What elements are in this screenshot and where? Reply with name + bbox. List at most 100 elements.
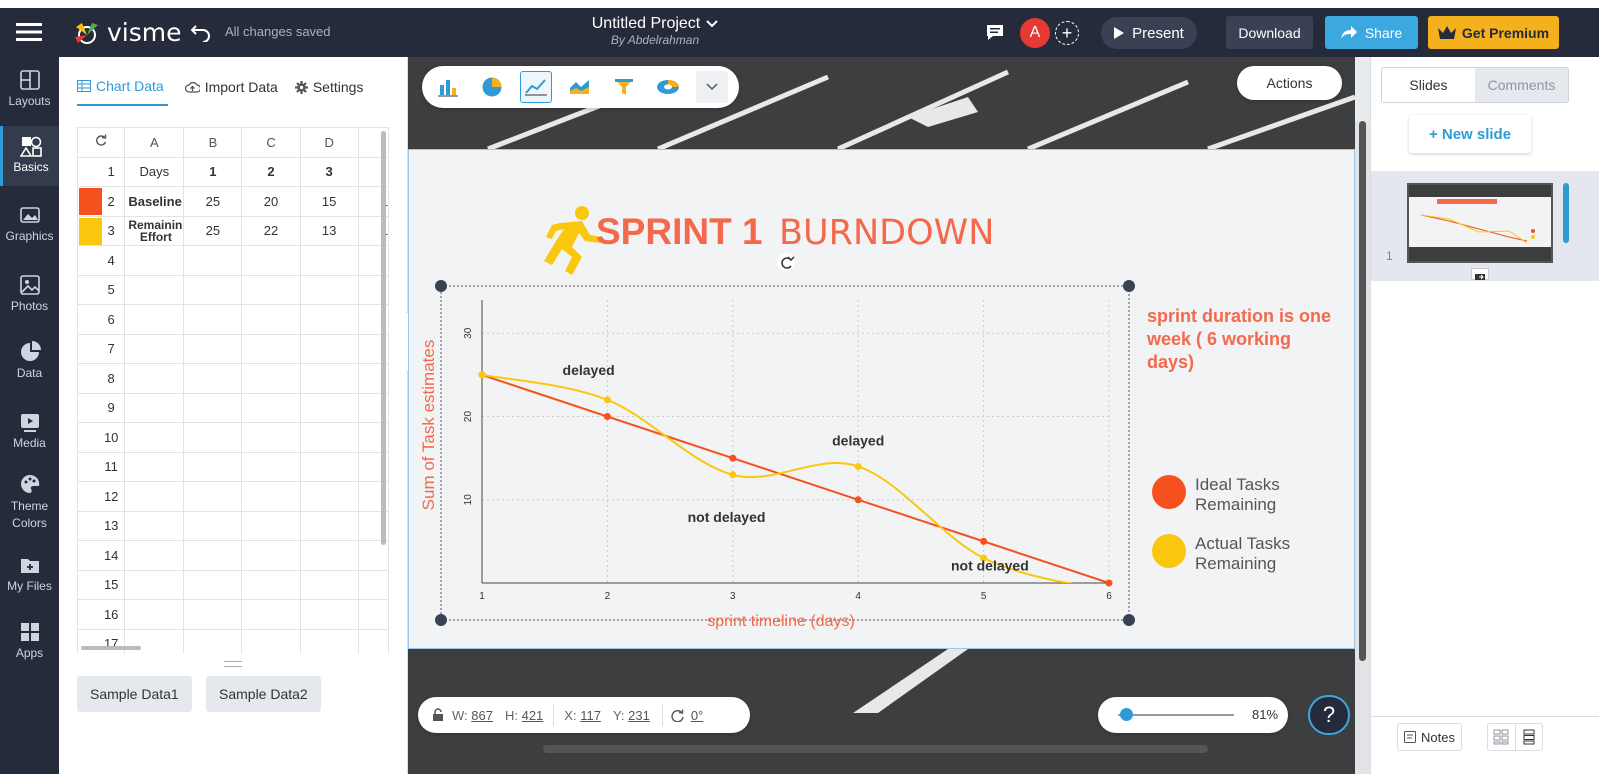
x-value[interactable]: 117 [580, 708, 601, 723]
canvas-vertical-scrollbar[interactable] [1359, 121, 1366, 661]
resize-handle-bl[interactable] [435, 614, 447, 626]
sample-data2-button[interactable]: Sample Data2 [206, 676, 321, 712]
data-cell[interactable] [124, 540, 185, 571]
area-chart-icon[interactable] [564, 71, 596, 103]
data-cell[interactable] [183, 245, 243, 276]
resize-handle[interactable] [224, 661, 242, 667]
rotate-handle-icon[interactable] [777, 253, 795, 271]
funnel-chart-icon[interactable] [608, 71, 640, 103]
data-cell[interactable] [124, 245, 185, 276]
resize-handle-tl[interactable] [435, 280, 447, 292]
data-cell[interactable]: Remaining Effort [124, 215, 185, 246]
sample-data1-button[interactable]: Sample Data1 [77, 676, 192, 712]
width-value[interactable]: 867 [471, 708, 493, 723]
data-cell[interactable] [241, 599, 301, 630]
height-value[interactable]: 421 [522, 708, 544, 723]
data-cell[interactable] [299, 304, 359, 335]
data-cell[interactable]: 25 [183, 186, 243, 217]
data-cell[interactable] [124, 422, 185, 453]
data-cell[interactable] [183, 304, 243, 335]
data-cell[interactable] [183, 363, 243, 394]
y-value[interactable]: 231 [628, 708, 650, 723]
nav-theme-colors[interactable]: Theme Colors [0, 473, 59, 532]
data-cell[interactable] [124, 599, 185, 630]
nav-basics[interactable]: Basics [0, 126, 59, 186]
help-button[interactable]: ? [1308, 695, 1350, 735]
get-premium-button[interactable]: Get Premium [1428, 16, 1559, 49]
comments-icon[interactable] [986, 24, 1004, 41]
lock-icon[interactable] [432, 708, 444, 722]
pie-chart-icon[interactable] [476, 71, 508, 103]
nav-my-files[interactable]: My Files [0, 554, 59, 593]
data-cell[interactable] [183, 510, 243, 541]
data-cell[interactable] [299, 628, 359, 654]
notes-button[interactable]: Notes [1397, 723, 1462, 751]
data-cell[interactable]: 13 [299, 215, 359, 246]
data-cell[interactable] [299, 245, 359, 276]
more-charts-button[interactable] [696, 71, 728, 103]
undo-icon[interactable] [190, 22, 212, 42]
data-cell[interactable] [241, 540, 301, 571]
data-cell[interactable] [241, 333, 301, 364]
data-cell[interactable] [241, 304, 301, 335]
data-cell[interactable]: 1 [183, 156, 243, 187]
data-cell[interactable] [183, 422, 243, 453]
chart-legend[interactable]: Ideal Tasks Remaining Actual Tasks Remainin… [1152, 475, 1290, 573]
data-cell[interactable] [241, 451, 301, 482]
data-cell[interactable] [124, 333, 185, 364]
data-cell[interactable] [241, 510, 301, 541]
tab-import-data[interactable]: Import Data [184, 75, 278, 106]
data-cell[interactable]: Baseline [124, 186, 185, 217]
resize-handle-br[interactable] [1123, 614, 1135, 626]
actions-button[interactable]: Actions [1237, 66, 1342, 100]
project-title-dropdown[interactable]: Untitled Project By Abdelrahman [560, 15, 750, 47]
avatar[interactable]: A [1020, 18, 1050, 48]
data-cell[interactable] [124, 481, 185, 512]
data-cell[interactable] [124, 274, 185, 305]
line-chart[interactable]: 1 2 3 4 5 6 10 20 30 sprint timeline (days) Sum of… [419, 300, 1113, 630]
grid-view-icon[interactable] [1488, 724, 1515, 750]
horizontal-scrollbar[interactable] [81, 646, 141, 650]
data-cell[interactable] [241, 628, 301, 654]
data-cell[interactable] [357, 599, 389, 630]
tab-settings[interactable]: Settings [294, 75, 363, 106]
bar-chart-icon[interactable] [432, 71, 464, 103]
line-chart-icon[interactable] [520, 71, 552, 103]
data-cell[interactable] [241, 569, 301, 600]
data-cell[interactable] [183, 333, 243, 364]
visme-logo[interactable]: visme [72, 18, 182, 47]
data-cell[interactable] [299, 599, 359, 630]
tab-comments[interactable]: Comments [1475, 68, 1568, 102]
column-header[interactable]: A [124, 127, 185, 158]
data-cell[interactable] [241, 274, 301, 305]
new-slide-button[interactable]: + New slide [1409, 115, 1531, 153]
series-color-swatch[interactable] [79, 188, 102, 215]
data-cell[interactable] [124, 451, 185, 482]
data-cell[interactable] [241, 422, 301, 453]
data-cell[interactable]: 15 [299, 186, 359, 217]
slide-title-light[interactable]: BURNDOWN [779, 213, 994, 253]
rotation-value[interactable]: 0° [691, 708, 703, 723]
data-cell[interactable] [299, 333, 359, 364]
data-cell[interactable] [357, 569, 389, 600]
nav-graphics[interactable]: Graphics [0, 204, 59, 243]
data-cell[interactable] [183, 628, 243, 654]
data-cell[interactable] [183, 392, 243, 423]
data-cell[interactable] [183, 481, 243, 512]
share-button[interactable]: Share [1325, 16, 1418, 49]
download-button[interactable]: Download [1226, 16, 1313, 49]
data-cell[interactable] [299, 363, 359, 394]
data-cell[interactable] [299, 274, 359, 305]
data-cell[interactable]: 20 [241, 186, 301, 217]
zoom-slider-track[interactable] [1118, 714, 1234, 716]
nav-layouts[interactable]: Layouts [0, 69, 59, 108]
data-cell[interactable] [124, 363, 185, 394]
present-button[interactable]: Present [1101, 17, 1197, 49]
data-cell[interactable] [299, 451, 359, 482]
nav-media[interactable]: Media [0, 411, 59, 450]
data-cell[interactable] [299, 422, 359, 453]
menu-icon[interactable] [16, 22, 42, 42]
data-cell[interactable]: 22 [241, 215, 301, 246]
slide-thumbnail-row[interactable]: 1 [1371, 171, 1599, 281]
add-collaborator-icon[interactable]: + [1055, 21, 1079, 45]
